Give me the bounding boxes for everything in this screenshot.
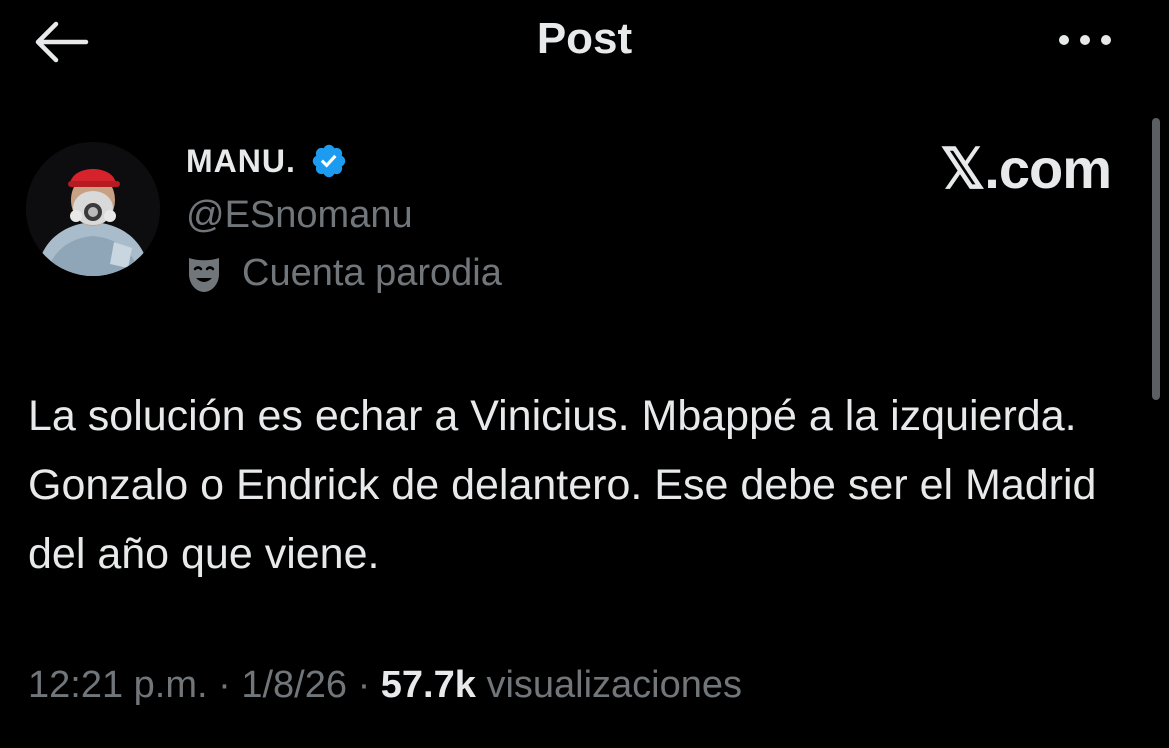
meta-separator: · — [357, 664, 371, 706]
verified-badge-icon[interactable] — [310, 142, 348, 180]
page-title: Post — [536, 14, 633, 63]
avatar[interactable] — [26, 142, 160, 276]
top-bar: Post — [0, 0, 1169, 80]
tweet-meta: 12:21 p.m. · 1/8/26 · 57.7k visualizacio… — [28, 664, 742, 707]
more-options-button[interactable] — [1050, 22, 1120, 58]
views-count[interactable]: 57.7k — [381, 664, 476, 706]
theater-mask-icon — [189, 257, 219, 292]
meta-separator: · — [218, 664, 231, 706]
more-horizontal-icon — [1059, 35, 1111, 45]
parody-label: Cuenta parodia — [186, 252, 502, 295]
tweet-date[interactable]: 1/8/26 — [241, 664, 347, 706]
back-button[interactable] — [30, 20, 90, 64]
profile-photo — [26, 142, 160, 276]
parody-label-text: Cuenta parodia — [242, 252, 502, 294]
scrollbar[interactable] — [1152, 118, 1160, 400]
author-name-row[interactable]: MANU. — [186, 142, 348, 180]
tweet-time[interactable]: 12:21 p.m. — [28, 664, 208, 706]
author-name[interactable]: MANU. — [186, 143, 296, 180]
arrow-left-icon — [35, 21, 89, 63]
views-label[interactable]: visualizaciones — [486, 664, 742, 706]
tweet-text: La solución es echar a Vinicius. Mbappé … — [28, 392, 1097, 578]
author-handle[interactable]: @ESnomanu — [186, 194, 413, 237]
x-com-brand: 𝕏.com — [940, 137, 1112, 200]
